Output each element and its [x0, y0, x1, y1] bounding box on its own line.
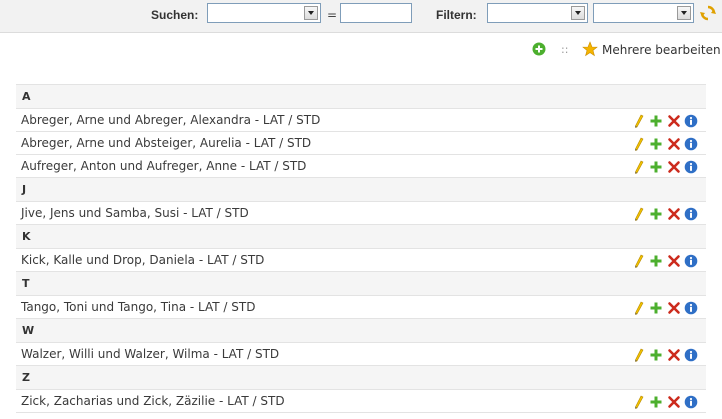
edit-pencil-icon[interactable] [632, 253, 646, 268]
info-icon[interactable] [684, 136, 698, 151]
couple-name: Zick, Zacharias und Zick, Zäzilie - LAT … [21, 394, 285, 408]
info-icon[interactable] [684, 113, 698, 128]
edit-pencil-icon[interactable] [632, 347, 646, 362]
group-letter: W [22, 324, 35, 337]
filter-select-2[interactable] [593, 3, 694, 23]
refresh-icon[interactable] [699, 4, 717, 22]
couple-name: Abreger, Arne und Abreger, Alexandra - L… [21, 113, 321, 127]
filter-toolbar: Suchen: = Filtern: [0, 0, 722, 33]
couples-list: A Abreger, Arne und Abreger, Alexandra - … [16, 84, 706, 413]
add-plus-icon[interactable] [649, 206, 663, 220]
info-icon[interactable] [684, 394, 698, 409]
list-item: Zick, Zacharias und Zick, Zäzilie - LAT … [16, 389, 706, 412]
add-plus-icon[interactable] [649, 253, 663, 267]
add-plus-icon[interactable] [649, 113, 663, 127]
couple-name: Jive, Jens und Samba, Susi - LAT / STD [21, 206, 249, 220]
delete-x-icon[interactable] [667, 159, 681, 173]
list-item: Aufreger, Anton und Aufreger, Anne - LAT… [16, 154, 706, 177]
edit-pencil-icon[interactable] [632, 394, 646, 409]
edit-pencil-icon[interactable] [632, 136, 646, 151]
search-label: Suchen: [151, 8, 199, 22]
delete-x-icon[interactable] [667, 300, 681, 314]
search-input[interactable] [340, 3, 412, 23]
delete-x-icon[interactable] [667, 253, 681, 267]
search-field-select[interactable] [207, 3, 321, 23]
filter-label: Filtern: [436, 8, 477, 22]
edit-pencil-icon[interactable] [632, 300, 646, 315]
info-icon[interactable] [684, 253, 698, 268]
action-separator: :: [561, 43, 569, 56]
chevron-down-icon[interactable] [304, 6, 318, 20]
group-letter: Z [22, 371, 30, 384]
group-letter: J [22, 183, 27, 196]
edit-pencil-icon[interactable] [632, 159, 646, 174]
group-header: Z [16, 365, 706, 389]
star-icon[interactable] [582, 41, 598, 57]
group-letter: K [22, 230, 31, 243]
add-plus-icon[interactable] [649, 394, 663, 408]
list-bottom-border [16, 412, 706, 413]
filter-select-1[interactable] [487, 3, 588, 23]
info-icon[interactable] [684, 159, 698, 174]
delete-x-icon[interactable] [667, 394, 681, 408]
delete-x-icon[interactable] [667, 206, 681, 220]
info-icon[interactable] [684, 300, 698, 315]
group-letter: A [22, 90, 31, 103]
couple-name: Aufreger, Anton und Aufreger, Anne - LAT… [21, 159, 307, 173]
info-icon[interactable] [684, 206, 698, 221]
edit-pencil-icon[interactable] [632, 113, 646, 128]
group-letter: T [22, 277, 30, 290]
add-plus-icon[interactable] [649, 347, 663, 361]
list-item: Tango, Toni und Tango, Tina - LAT / STD [16, 295, 706, 318]
group-header: T [16, 271, 706, 295]
couple-name: Walzer, Willi und Walzer, Wilma - LAT / … [21, 347, 280, 361]
delete-x-icon[interactable] [667, 347, 681, 361]
add-new-icon[interactable] [532, 42, 546, 56]
delete-x-icon[interactable] [667, 113, 681, 127]
list-item: Jive, Jens und Samba, Susi - LAT / STD [16, 201, 706, 224]
couple-name: Abreger, Arne und Absteiger, Aurelia - L… [21, 136, 312, 150]
list-item: Abreger, Arne und Absteiger, Aurelia - L… [16, 131, 706, 154]
add-plus-icon[interactable] [649, 300, 663, 314]
add-plus-icon[interactable] [649, 136, 663, 150]
equals-sign: = [327, 8, 338, 22]
delete-x-icon[interactable] [667, 136, 681, 150]
group-header: A [16, 84, 706, 108]
list-item: Kick, Kalle und Drop, Daniela - LAT / ST… [16, 248, 706, 271]
group-header: J [16, 177, 706, 201]
group-header: K [16, 224, 706, 248]
group-header: W [16, 318, 706, 342]
couple-name: Tango, Toni und Tango, Tina - LAT / STD [21, 300, 256, 314]
list-item: Walzer, Willi und Walzer, Wilma - LAT / … [16, 342, 706, 365]
list-item: Abreger, Arne und Abreger, Alexandra - L… [16, 108, 706, 131]
info-icon[interactable] [684, 347, 698, 362]
add-plus-icon[interactable] [649, 159, 663, 173]
chevron-down-icon[interactable] [571, 6, 585, 20]
bulk-edit-link[interactable]: Mehrere bearbeiten [602, 43, 721, 57]
couple-name: Kick, Kalle und Drop, Daniela - LAT / ST… [21, 253, 265, 267]
chevron-down-icon[interactable] [677, 6, 691, 20]
edit-pencil-icon[interactable] [632, 206, 646, 221]
